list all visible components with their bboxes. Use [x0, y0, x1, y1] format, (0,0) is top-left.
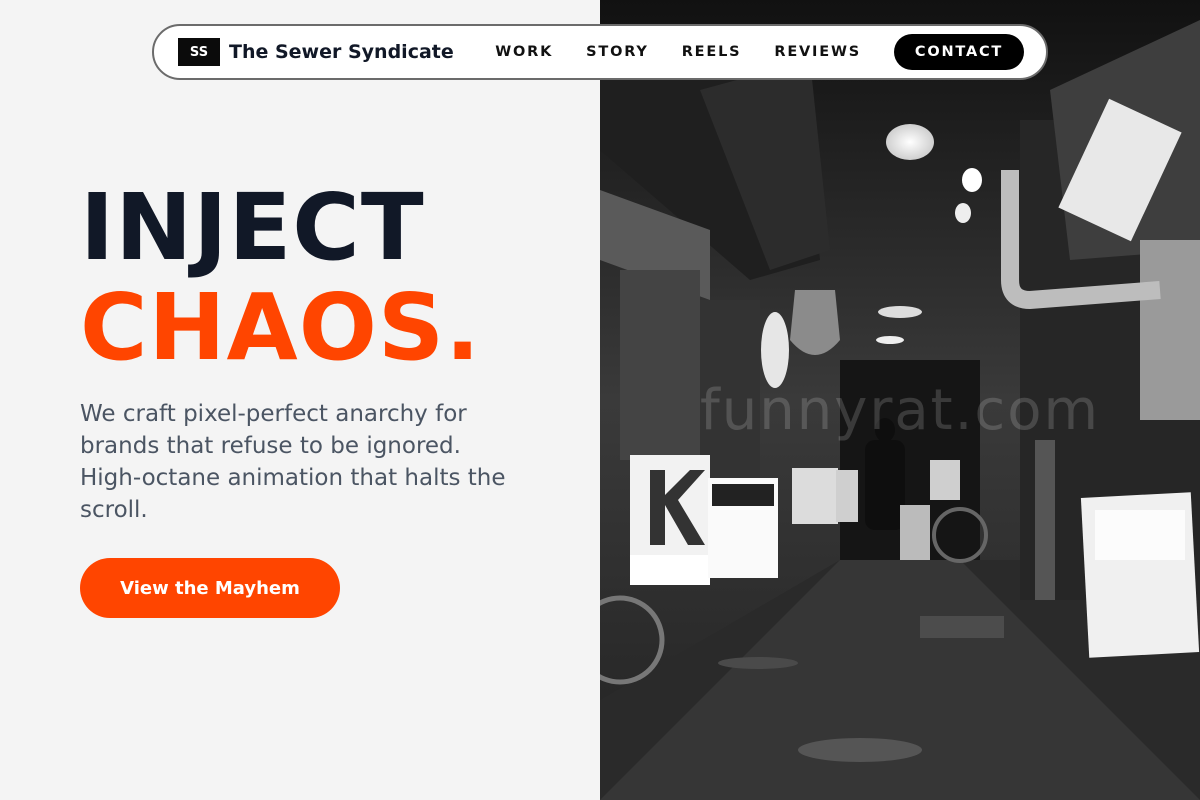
- view-mayhem-button[interactable]: View the Mayhem: [80, 558, 340, 618]
- nav-story[interactable]: STORY: [586, 44, 649, 60]
- hero-description: We craft pixel-perfect anarchy for brand…: [80, 401, 506, 523]
- hero-title-line1: INJECT: [80, 174, 425, 281]
- hero-panel: INJECT CHAOS. We craft pixel-perfect ana…: [0, 0, 600, 800]
- brand-name[interactable]: The Sewer Syndicate: [229, 41, 454, 63]
- hero-image: funnyrat.com: [600, 0, 1200, 800]
- watermark: funnyrat.com: [700, 378, 1101, 443]
- hero-title-line2: CHAOS.: [80, 274, 482, 381]
- contact-button[interactable]: CONTACT: [894, 34, 1024, 70]
- logo-icon[interactable]: SS: [178, 38, 220, 66]
- navbar: SS The Sewer Syndicate WORK STORY REELS …: [152, 24, 1048, 80]
- nav-links: WORK STORY REELS REVIEWS CONTACT: [495, 34, 1024, 70]
- nav-reviews[interactable]: REVIEWS: [774, 44, 861, 60]
- nav-reels[interactable]: REELS: [682, 44, 742, 60]
- nav-work[interactable]: WORK: [495, 44, 553, 60]
